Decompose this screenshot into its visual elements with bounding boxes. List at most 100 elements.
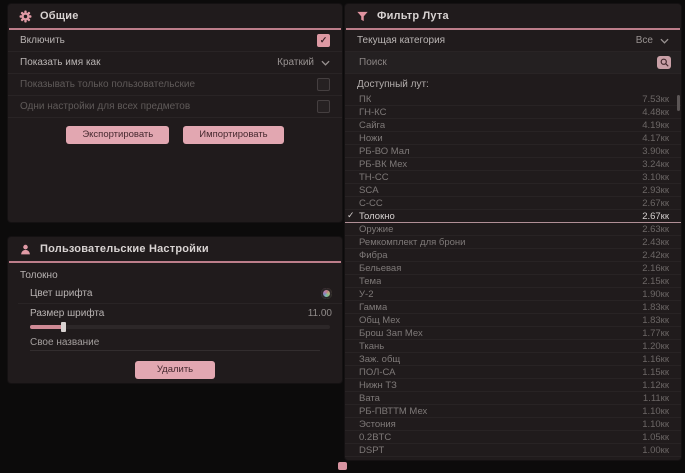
selected-item-name: Толокно (8, 263, 342, 284)
loot-item-name: Тема (359, 276, 381, 287)
font-size-slider[interactable] (30, 325, 330, 329)
loot-item-name: Фибра (359, 250, 388, 261)
loot-row[interactable]: Нижн ТЗ1.12кк (345, 379, 681, 392)
loot-item-name: Ткань (359, 341, 384, 352)
loot-row[interactable]: У-21.90кк (345, 288, 681, 301)
category-label: Текущая категория (357, 35, 445, 46)
loot-row[interactable]: Гамма 1.83кк (345, 301, 681, 314)
show-name-dropdown[interactable]: Краткий (277, 57, 330, 68)
loot-row[interactable]: 0.2BTC 1.05кк (345, 431, 681, 444)
font-size-label: Размер шрифта (30, 308, 104, 319)
loot-item-value: 3.90кк (642, 146, 669, 157)
gear-icon (19, 10, 32, 23)
custom-name-input[interactable] (30, 335, 320, 351)
loot-item-name: РБ-ВО Мал (359, 146, 410, 157)
loot-row[interactable]: Тема 2.15кк (345, 275, 681, 288)
loot-row[interactable]: С-СС 2.67кк (345, 197, 681, 210)
loot-item-name: 0.2BTC (359, 432, 391, 443)
color-wheel-icon[interactable] (321, 288, 332, 299)
loot-item-value: 1.83кк (642, 302, 669, 313)
loot-list: ПК7.53ккГН-КС4.48ккСайга 4.19ккНожи4.17кк… (345, 93, 681, 458)
search-input[interactable] (357, 56, 657, 69)
loot-row[interactable]: Эстония 1.10кк (345, 418, 681, 431)
search-row (345, 52, 681, 74)
loot-row[interactable]: ГН-КС4.48кк (345, 106, 681, 119)
loot-item-value: 2.42кк (642, 250, 669, 261)
loot-item-value: 1.20кк (642, 341, 669, 352)
general-header: Общие (8, 4, 342, 28)
loot-row[interactable]: ПК7.53кк (345, 93, 681, 106)
loot-item-name: ТН-СС (359, 172, 389, 183)
loot-row[interactable]: SCA2.93кк (345, 184, 681, 197)
filter-panel-title: Фильтр Лута (377, 10, 449, 22)
loot-item-value: 1.83кк (642, 315, 669, 326)
loot-row[interactable]: РБ-ПВТТМ Мех1.10кк (345, 405, 681, 418)
chevron-down-icon (660, 38, 669, 44)
loot-row[interactable]: Ножи4.17кк (345, 132, 681, 145)
loot-row[interactable]: Заж. общ1.16кк (345, 353, 681, 366)
show-name-label: Показать имя как (20, 57, 100, 68)
loot-item-name: Толокно (359, 211, 395, 222)
custom-settings-title: Пользовательские Настройки (40, 243, 209, 255)
overlay-drag-handle[interactable] (338, 462, 347, 470)
search-icon[interactable] (657, 56, 671, 69)
loot-row[interactable]: Бельевая 2.16кк (345, 262, 681, 275)
loot-item-value: 1.05кк (642, 432, 669, 443)
loot-item-value: 3.24кк (642, 159, 669, 170)
loot-item-value: 4.17кк (642, 133, 669, 144)
loot-row[interactable]: Сайга 4.19кк (345, 119, 681, 132)
loot-item-value: 4.48кк (642, 107, 669, 118)
enable-label: Включить (20, 35, 65, 46)
export-button[interactable]: Экспортировать (66, 126, 169, 144)
font-color-row: Цвет шрифта (18, 284, 342, 304)
funnel-icon (356, 10, 369, 23)
loot-row[interactable]: РБ-ВК Мех3.24кк (345, 158, 681, 171)
loot-item-name: Сайга (359, 120, 385, 131)
loot-row[interactable]: DSPT1.00кк (345, 444, 681, 457)
only-custom-checkbox[interactable] (317, 78, 330, 91)
loot-item-name: Ремкомплект для брони (359, 237, 465, 248)
loot-filter-panel: Фильтр Лута Текущая категория Все Доступ… (345, 4, 681, 460)
slider-fill (30, 325, 63, 329)
loot-item-name: С-СС (359, 198, 383, 209)
import-button[interactable]: Импортировать (183, 126, 283, 144)
loot-item-value: 4.19кк (642, 120, 669, 131)
only-custom-row: Показывать только пользовательские (8, 74, 342, 96)
loot-item-name: Брош Зап Мех (359, 328, 423, 339)
loot-row[interactable]: Вата1.11кк (345, 392, 681, 405)
show-name-value: Краткий (277, 57, 314, 68)
loot-item-value: 2.63кк (642, 224, 669, 235)
loot-row[interactable]: ТН-СС3.10кк (345, 171, 681, 184)
loot-item-value: 2.16кк (642, 263, 669, 274)
enable-checkbox[interactable]: ✓ (317, 34, 330, 47)
loot-item-value: 2.15кк (642, 276, 669, 287)
loot-row[interactable]: Общ Мех1.83кк (345, 314, 681, 327)
loot-item-name: Эстония (359, 419, 396, 430)
loot-list-scrollbar-thumb[interactable] (677, 95, 680, 111)
same-settings-label: Одни настройки для всех предметов (20, 101, 190, 112)
loot-item-value: 1.10кк (642, 419, 669, 430)
same-settings-row: Одни настройки для всех предметов (8, 96, 342, 118)
loot-item-value: 2.67кк (642, 198, 669, 209)
loot-row[interactable]: РБ-ВО Мал 3.90кк (345, 145, 681, 158)
loot-row[interactable]: Ремкомплект для брони 2.43кк (345, 236, 681, 249)
loot-item-value: 1.10кк (642, 406, 669, 417)
loot-item-name: Бельевая (359, 263, 401, 274)
delete-button[interactable]: Удалить (135, 361, 215, 379)
loot-row[interactable]: Ткань 1.20кк (345, 340, 681, 353)
loot-item-name: ПОЛ-СА (359, 367, 396, 378)
loot-item-value: 2.43кк (642, 237, 669, 248)
loot-item-value: 1.77кк (642, 328, 669, 339)
loot-row[interactable]: ПОЛ-СА1.15кк (345, 366, 681, 379)
slider-handle[interactable] (61, 322, 66, 332)
person-icon (19, 243, 32, 256)
loot-filter-overlay: Общие Включить ✓ Показать имя как Кратки… (0, 0, 685, 473)
loot-item-name: Гамма (359, 302, 387, 313)
loot-row[interactable]: Оружие2.63кк (345, 223, 681, 236)
same-settings-checkbox[interactable] (317, 100, 330, 113)
category-value: Все (636, 35, 653, 46)
loot-row[interactable]: Брош Зап Мех 1.77кк (345, 327, 681, 340)
category-dropdown[interactable]: Все (636, 35, 669, 46)
loot-row[interactable]: ✓Толокно2.67кк (345, 210, 681, 223)
loot-row[interactable]: Фибра 2.42кк (345, 249, 681, 262)
